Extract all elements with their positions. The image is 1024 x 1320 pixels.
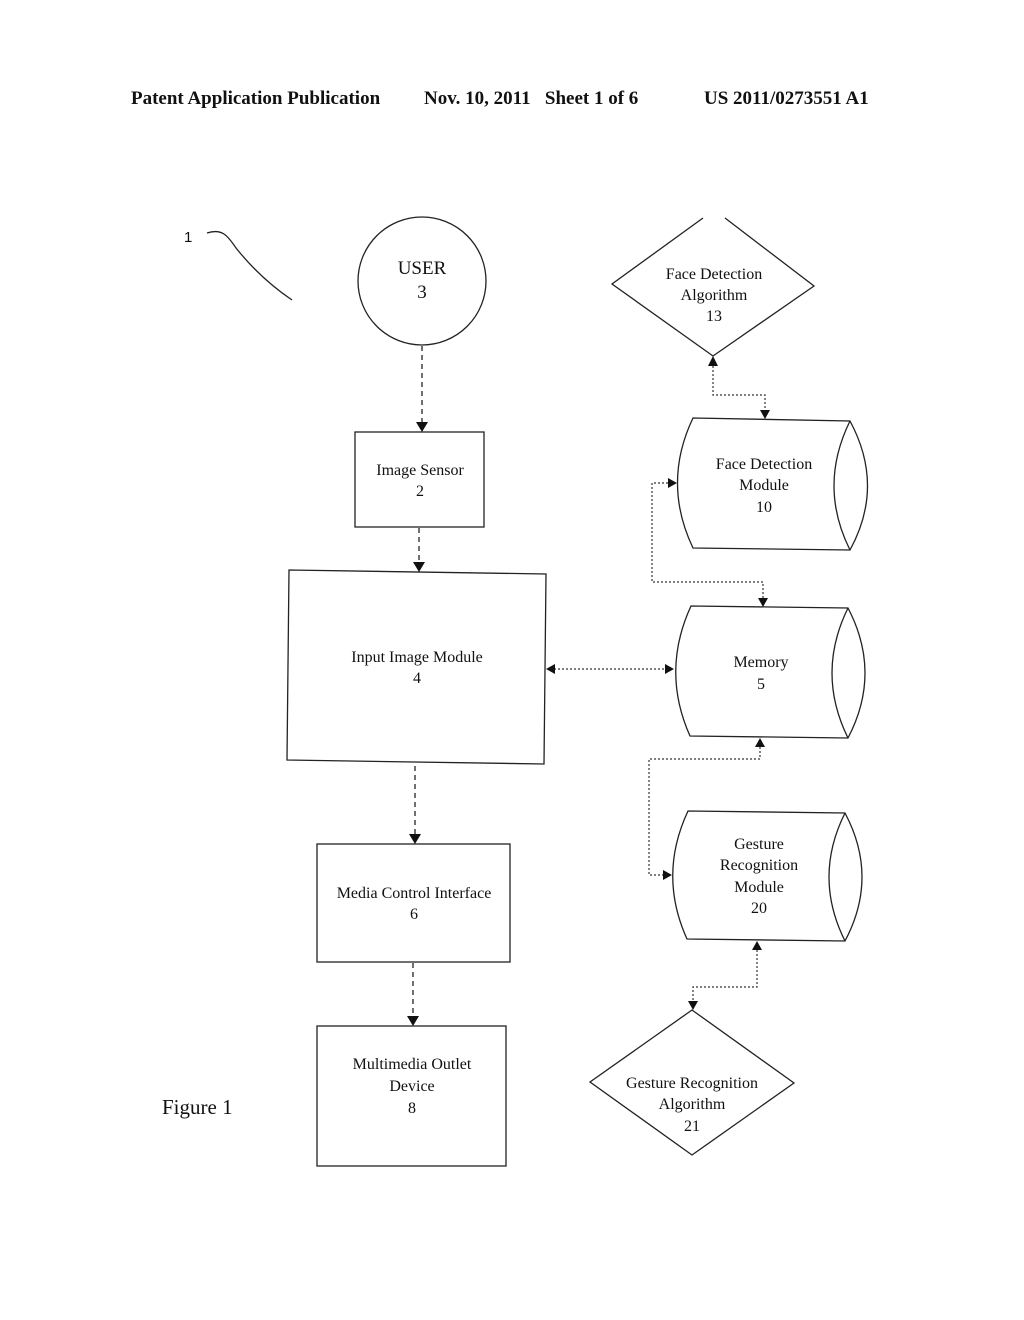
node-input-image-module: Input Image Module 4 (286, 569, 547, 765)
image-sensor-title: Image Sensor (376, 462, 464, 479)
gesture-recognition-module-title-line1: Gesture (734, 836, 784, 853)
node-user: USER 3 (357, 216, 487, 346)
arrow-down-icon (416, 422, 428, 432)
media-control-interface-box (316, 843, 511, 963)
face-detection-module-cylinder-end (833, 420, 851, 551)
flow-diagram: 1 USER 3 Image Sensor 2 Input Image Modu… (162, 216, 869, 1167)
arrow-down-icon (407, 1016, 419, 1026)
arrow-right-icon (668, 478, 677, 488)
edge-gr-module-gr-algorithm (688, 941, 762, 1010)
arrow-up-icon (755, 738, 765, 747)
user-circle (357, 216, 487, 346)
node-memory: Memory 5 (675, 605, 866, 739)
input-image-module-number: 4 (413, 670, 421, 687)
node-media-control-interface: Media Control Interface 6 (316, 843, 511, 963)
face-detection-module-number: 10 (756, 499, 772, 516)
memory-cylinder (675, 605, 866, 739)
multimedia-outlet-title-line1: Multimedia Outlet (353, 1056, 472, 1073)
node-multimedia-outlet-device: Multimedia Outlet Device 8 (316, 1025, 507, 1167)
edge-input-module-memory (546, 664, 674, 674)
connector-line (712, 366, 766, 410)
arrow-left-icon (546, 664, 555, 674)
arrow-down-icon (758, 598, 768, 607)
arrow-down-icon (760, 410, 770, 419)
figure-label: Figure 1 (162, 1095, 233, 1119)
arrow-down-icon (688, 1001, 698, 1010)
connector-line (651, 482, 764, 598)
gesture-recognition-module-number: 20 (751, 900, 767, 917)
arrow-up-icon (708, 356, 718, 366)
edge-fd-module-memory (651, 478, 768, 607)
image-sensor-box (354, 431, 485, 528)
input-image-module-title: Input Image Module (351, 649, 483, 666)
reference-leader-line (206, 230, 293, 301)
node-image-sensor: Image Sensor 2 (354, 431, 485, 528)
face-detection-algorithm-number: 13 (706, 308, 722, 325)
arrow-up-icon (752, 941, 762, 950)
memory-cylinder-end (831, 607, 849, 739)
face-detection-algorithm-title-line2: Algorithm (681, 287, 748, 304)
node-face-detection-module: Face Detection Module 10 (676, 417, 869, 551)
face-detection-module-title-line1: Face Detection (716, 456, 812, 473)
gesture-recognition-algorithm-title-line2: Algorithm (659, 1096, 726, 1113)
input-image-module-box (286, 569, 547, 765)
user-title: USER (398, 258, 447, 279)
multimedia-outlet-number: 8 (408, 1100, 416, 1117)
edge-image-sensor-to-input-module (413, 528, 425, 572)
gesture-recognition-module-cylinder-end (828, 812, 846, 942)
face-detection-algorithm-title-line1: Face Detection (666, 266, 762, 283)
arrow-down-icon (409, 834, 421, 844)
image-sensor-number: 2 (416, 483, 424, 500)
multimedia-outlet-title-line2: Device (389, 1078, 434, 1095)
face-detection-module-title-line2: Module (739, 477, 789, 494)
arrow-right-icon (663, 870, 672, 880)
node-gesture-recognition-algorithm: Gesture Recognition Algorithm 21 (588, 1009, 796, 1156)
edge-fd-algorithm-fd-module (708, 356, 770, 419)
edge-user-to-image-sensor (416, 346, 428, 432)
memory-title: Memory (733, 654, 788, 671)
edge-media-control-to-outlet (407, 963, 419, 1026)
gesture-recognition-module-title-line3: Module (734, 879, 784, 896)
reference-numeral: 1 (184, 229, 192, 246)
media-control-interface-title: Media Control Interface (337, 885, 492, 902)
gesture-recognition-algorithm-title-line1: Gesture Recognition (626, 1075, 758, 1092)
arrow-down-icon (413, 562, 425, 572)
memory-number: 5 (757, 676, 765, 693)
user-number: 3 (417, 282, 427, 303)
multimedia-outlet-device-box (316, 1025, 507, 1167)
node-gesture-recognition-module: Gesture Recognition Module 20 (672, 810, 863, 942)
connector-line (692, 950, 758, 1001)
gesture-recognition-module-cylinder (672, 810, 863, 942)
node-face-detection-algorithm: Face Detection Algorithm 13 (610, 217, 816, 357)
media-control-interface-number: 6 (410, 906, 418, 923)
edge-input-module-to-media-control (409, 766, 421, 844)
gesture-recognition-module-title-line2: Recognition (720, 857, 798, 874)
arrow-right-icon (665, 664, 674, 674)
gesture-recognition-algorithm-number: 21 (684, 1118, 700, 1135)
